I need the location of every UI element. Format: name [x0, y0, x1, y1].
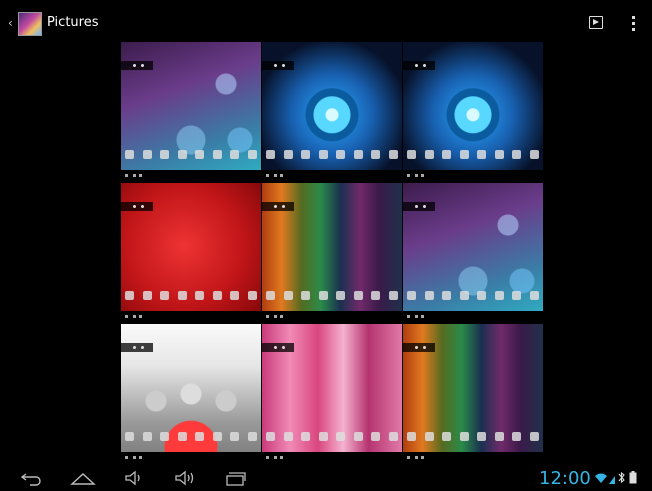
photo-thumbnail[interactable]: [403, 183, 543, 323]
photo-thumbnail[interactable]: [262, 183, 402, 323]
play-slideshow-icon[interactable]: [589, 16, 603, 29]
recent-apps-icon[interactable]: [225, 470, 247, 486]
page-title: Pictures: [47, 15, 99, 30]
system-bar: 12:00: [6, 468, 646, 489]
photo-thumbnail[interactable]: [403, 42, 543, 182]
photo-thumbnail[interactable]: [262, 42, 402, 182]
back-icon[interactable]: [20, 470, 44, 486]
photo-thumbnail[interactable]: [121, 183, 261, 323]
action-bar: ‹ Pictures: [6, 6, 646, 40]
wifi-icon: [595, 473, 607, 483]
photo-thumbnail[interactable]: [121, 42, 261, 182]
clock[interactable]: 12:00: [539, 468, 591, 489]
photo-thumbnail[interactable]: [262, 324, 402, 464]
gallery-screen: ‹ Pictures 12:00: [6, 6, 646, 489]
chevron-left-icon[interactable]: ‹: [8, 16, 13, 30]
volume-up-icon[interactable]: [174, 470, 196, 486]
photo-grid: [121, 42, 543, 464]
photo-thumbnail[interactable]: [403, 324, 543, 464]
gallery-app-icon[interactable]: [18, 12, 42, 36]
bluetooth-icon: [618, 471, 625, 484]
photo-thumbnail[interactable]: [121, 324, 261, 464]
volume-down-icon[interactable]: [124, 470, 144, 486]
battery-icon: [629, 471, 637, 484]
home-icon[interactable]: [70, 470, 96, 486]
overflow-menu-icon[interactable]: [632, 16, 636, 32]
signal-icon: [609, 476, 615, 484]
